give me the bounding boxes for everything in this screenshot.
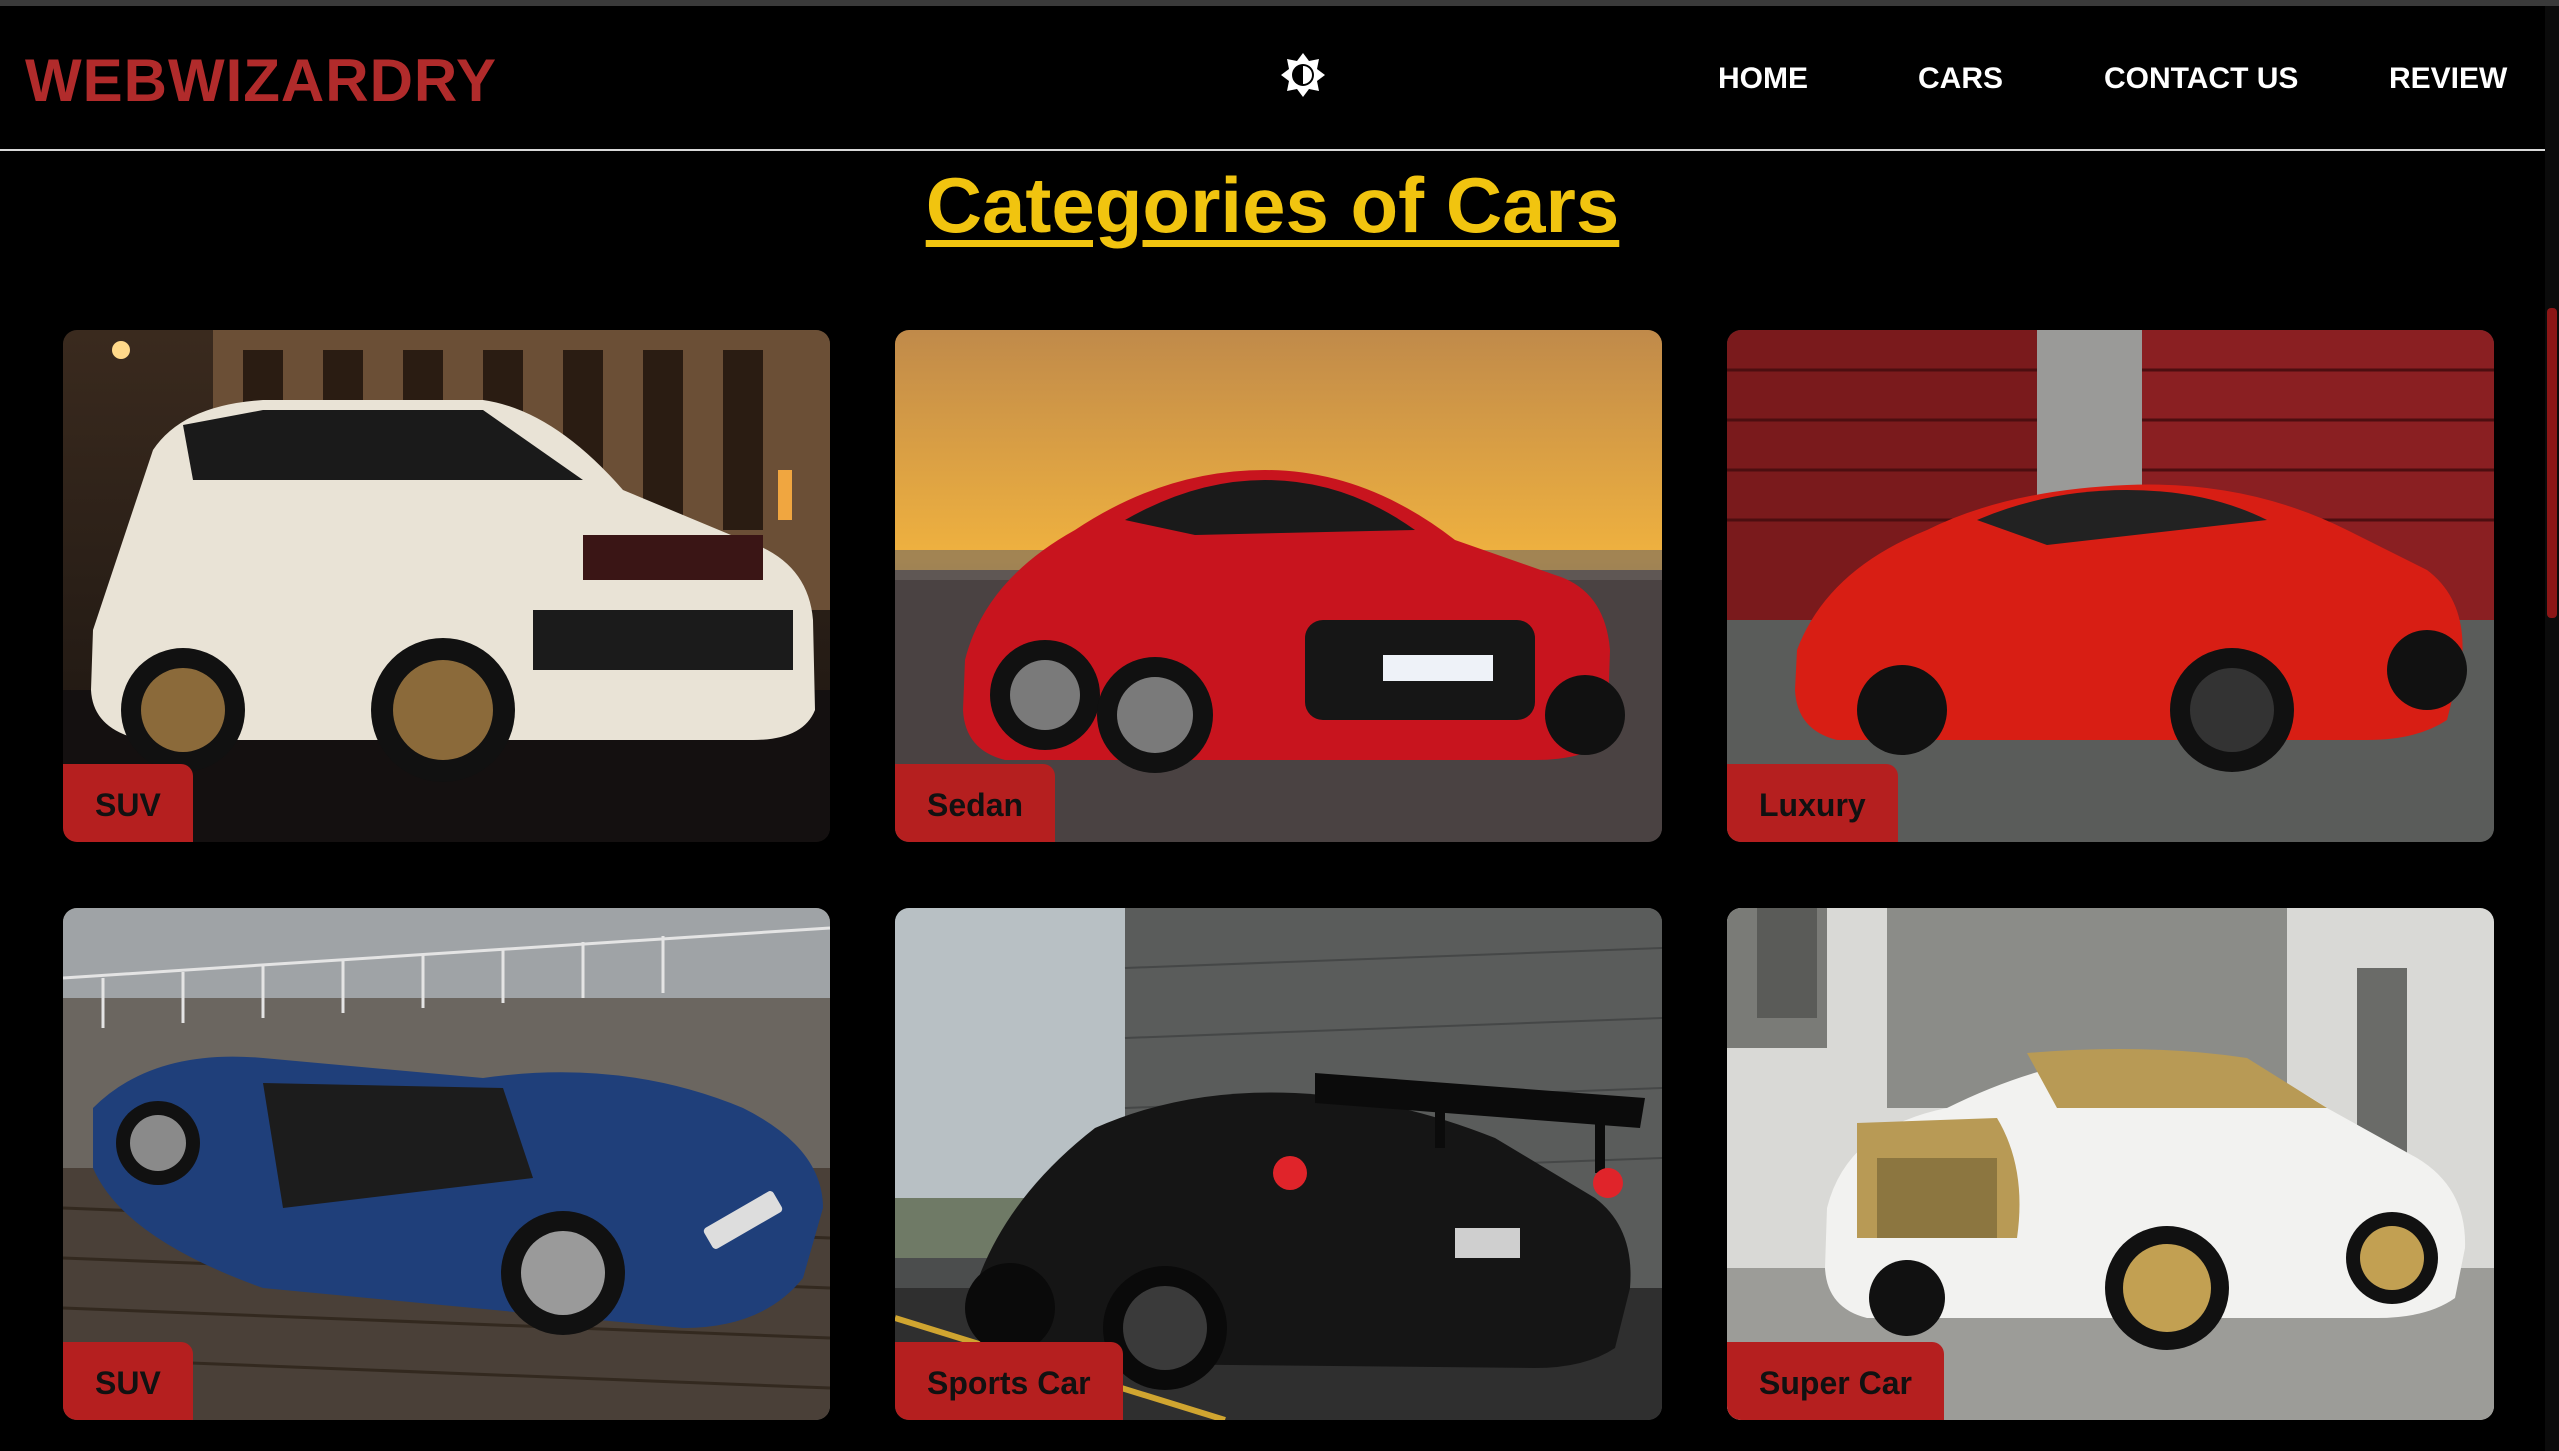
category-card-suv[interactable]: SUV [63,330,830,842]
brightness-icon[interactable] [1279,51,1327,99]
scrollbar-track[interactable] [2545,6,2559,1451]
site-logo[interactable]: WEBWIZARDRY [25,46,497,115]
category-card-suv-2[interactable]: SUV [63,908,830,1420]
card-label: Sedan [895,764,1056,842]
scrollbar-thumb[interactable] [2547,308,2557,618]
card-label: SUV [63,1342,193,1420]
card-label: Sports Car [895,1342,1123,1420]
category-card-sports-car[interactable]: Sports Car [895,908,1662,1420]
nav-cars[interactable]: CARS [1918,62,2003,96]
category-card-sedan[interactable]: Sedan [895,330,1662,842]
card-label: Super Car [1727,1342,1944,1420]
category-card-super-car[interactable]: Super Car [1727,908,2494,1420]
nav-home[interactable]: HOME [1718,62,1808,96]
card-label: Luxury [1727,764,1898,842]
nav-contact-us[interactable]: CONTACT US [2104,62,2298,96]
nav-review[interactable]: REVIEW [2389,62,2507,96]
category-card-luxury[interactable]: Luxury [1727,330,2494,842]
navbar: WEBWIZARDRY HOME CARS CONTACT US REVIEW [0,6,2545,151]
card-label: SUV [63,764,193,842]
section-title: Categories of Cars [925,161,1620,249]
